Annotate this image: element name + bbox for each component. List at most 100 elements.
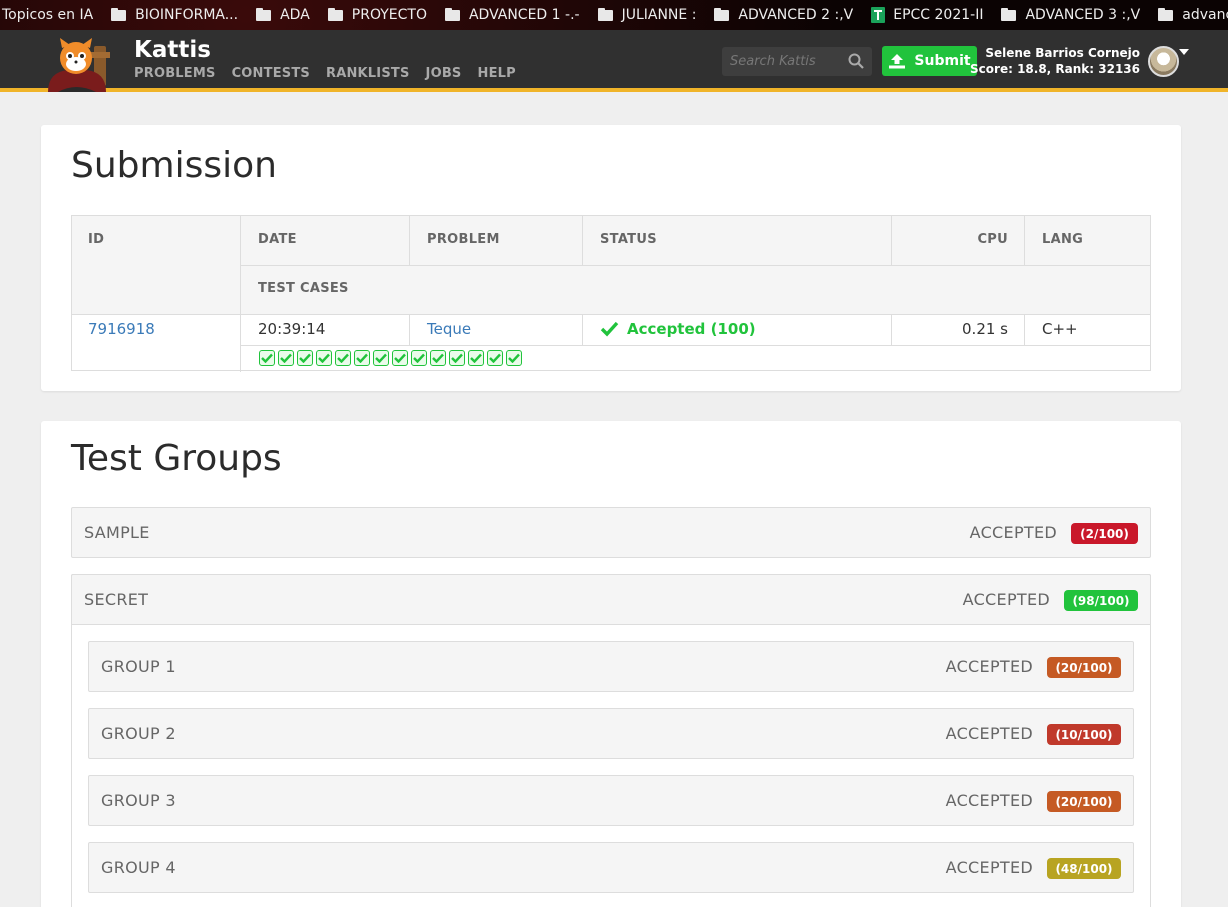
group-status: ACCEPTED <box>962 590 1050 609</box>
group-4[interactable]: GROUP 4 ACCEPTED (48/100) <box>88 842 1134 893</box>
header-test-cases: TEST CASES <box>258 281 349 296</box>
test-case-passed-icon[interactable] <box>297 350 313 366</box>
nav-jobs[interactable]: JOBS <box>426 66 462 81</box>
group-secret[interactable]: SECRET ACCEPTED (98/100) <box>71 574 1151 625</box>
test-case-passed-icon[interactable] <box>430 350 446 366</box>
bookmark-advanced-4[interactable]: advanced 4 <box>1158 7 1228 23</box>
check-icon <box>600 321 619 337</box>
status-text: Accepted (100) <box>627 320 756 338</box>
score-badge: (98/100) <box>1064 590 1138 611</box>
bookmark-advanced-1[interactable]: ADVANCED 1 -.- <box>444 7 580 23</box>
test-case-passed-icon[interactable] <box>449 350 465 366</box>
search-box <box>722 47 872 76</box>
language: C++ <box>1042 320 1078 338</box>
test-case-passed-icon[interactable] <box>316 350 332 366</box>
kattis-logo-icon[interactable] <box>40 38 124 92</box>
problem-link[interactable]: Teque <box>427 320 471 338</box>
group-name: GROUP 3 <box>101 791 176 810</box>
group-status: ACCEPTED <box>969 523 1057 542</box>
user-name: Selene Barrios Cornejo <box>985 46 1140 60</box>
bookmark-label: PROYECTO <box>351 7 427 23</box>
search-icon[interactable] <box>848 53 864 69</box>
test-groups-card: Test Groups SAMPLE ACCEPTED (2/100) SECR… <box>41 421 1181 907</box>
bookmark-label: BIOINFORMA... <box>135 7 239 23</box>
chevron-down-icon[interactable] <box>1179 49 1189 55</box>
folder-icon <box>597 7 613 21</box>
bookmark-label: EPCC 2021-II <box>893 7 984 23</box>
test-case-passed-icon[interactable] <box>373 350 389 366</box>
group-status: ACCEPTED <box>945 791 1033 810</box>
bookmark-label: ADVANCED 3 :,V <box>1025 7 1141 23</box>
test-case-passed-icon[interactable] <box>278 350 294 366</box>
group-name: SECRET <box>84 590 149 609</box>
bookmark-advanced-3[interactable]: ADVANCED 3 :,V <box>1001 7 1140 23</box>
nav-ranklists[interactable]: RANKLISTS <box>326 66 410 81</box>
upload-icon <box>889 54 906 69</box>
bookmarks-bar: Topicos en IA BIOINFORMA... ADA PROYECTO… <box>0 0 1228 30</box>
nav-links: PROBLEMS CONTESTS RANKLISTS JOBS HELP <box>134 66 532 81</box>
group-name: GROUP 2 <box>101 724 176 743</box>
sheets-icon <box>871 7 886 23</box>
bookmark-label: ADVANCED 1 -.- <box>468 7 580 23</box>
submission-date: 20:39:14 <box>258 320 326 338</box>
cpu-time: 0.21 s <box>962 320 1008 338</box>
test-case-passed-icon[interactable] <box>468 350 484 366</box>
bookmark-ada[interactable]: ADA <box>256 7 310 23</box>
submission-table: ID DATE PROBLEM STATUS CPU LANG TEST CAS… <box>71 215 1151 372</box>
group-1[interactable]: GROUP 1 ACCEPTED (20/100) <box>88 641 1134 692</box>
group-name: SAMPLE <box>84 523 150 542</box>
top-navbar: Kattis PROBLEMS CONTESTS RANKLISTS JOBS … <box>0 30 1228 92</box>
bookmark-label: ADVANCED 2 :,V <box>738 7 854 23</box>
folder-icon <box>714 7 730 21</box>
group-sample[interactable]: SAMPLE ACCEPTED (2/100) <box>71 507 1151 558</box>
test-cases-row <box>259 350 522 366</box>
test-case-passed-icon[interactable] <box>506 350 522 366</box>
score-badge: (10/100) <box>1047 724 1121 745</box>
avatar[interactable] <box>1148 46 1179 77</box>
header-cpu: CPU <box>977 232 1008 247</box>
group-status: ACCEPTED <box>945 858 1033 877</box>
folder-icon <box>444 7 460 21</box>
brand-title[interactable]: Kattis <box>134 37 211 63</box>
test-case-passed-icon[interactable] <box>487 350 503 366</box>
submission-id-link[interactable]: 7916918 <box>88 320 155 338</box>
user-info[interactable]: Selene Barrios Cornejo Score: 18.8, Rank… <box>970 45 1140 77</box>
bookmark-advanced-2[interactable]: ADVANCED 2 :,V <box>714 7 853 23</box>
header-id: ID <box>88 232 105 247</box>
bookmark-proyecto[interactable]: PROYECTO <box>327 7 427 23</box>
folder-icon <box>111 7 127 21</box>
group-status: ACCEPTED <box>945 657 1033 676</box>
nav-contests[interactable]: CONTESTS <box>232 66 310 81</box>
bookmark-topicos[interactable]: Topicos en IA <box>2 7 93 23</box>
bookmark-label: Topicos en IA <box>2 7 94 23</box>
folder-icon <box>256 7 272 21</box>
search-input[interactable] <box>722 54 842 69</box>
submission-title: Submission <box>71 145 277 186</box>
test-case-passed-icon[interactable] <box>335 350 351 366</box>
bookmark-epcc[interactable]: EPCC 2021-II <box>871 7 983 23</box>
folder-icon <box>1001 7 1017 21</box>
group-3[interactable]: GROUP 3 ACCEPTED (20/100) <box>88 775 1134 826</box>
folder-icon <box>1158 7 1174 21</box>
bookmark-julianne[interactable]: JULIANNE : <box>597 7 697 23</box>
nav-help[interactable]: HELP <box>478 66 516 81</box>
group-name: GROUP 4 <box>101 858 176 877</box>
group-2[interactable]: GROUP 2 ACCEPTED (10/100) <box>88 708 1134 759</box>
bookmark-label: ADA <box>280 7 310 23</box>
score-badge: (48/100) <box>1047 858 1121 879</box>
folder-icon <box>327 7 343 21</box>
group-name: GROUP 1 <box>101 657 176 676</box>
test-case-passed-icon[interactable] <box>354 350 370 366</box>
bookmark-bioinforma[interactable]: BIOINFORMA... <box>111 7 238 23</box>
bookmark-label: JULIANNE : <box>621 7 697 23</box>
submit-button[interactable]: Submit <box>882 46 977 76</box>
test-case-passed-icon[interactable] <box>392 350 408 366</box>
test-case-passed-icon[interactable] <box>411 350 427 366</box>
group-status: ACCEPTED <box>945 724 1033 743</box>
status-accepted: Accepted (100) <box>600 320 756 338</box>
submission-card: Submission ID DATE PROBLEM STATUS CPU LA… <box>41 125 1181 391</box>
header-status: STATUS <box>600 232 657 247</box>
bookmark-label: advanced 4 <box>1182 7 1228 23</box>
nav-problems[interactable]: PROBLEMS <box>134 66 216 81</box>
test-case-passed-icon[interactable] <box>259 350 275 366</box>
